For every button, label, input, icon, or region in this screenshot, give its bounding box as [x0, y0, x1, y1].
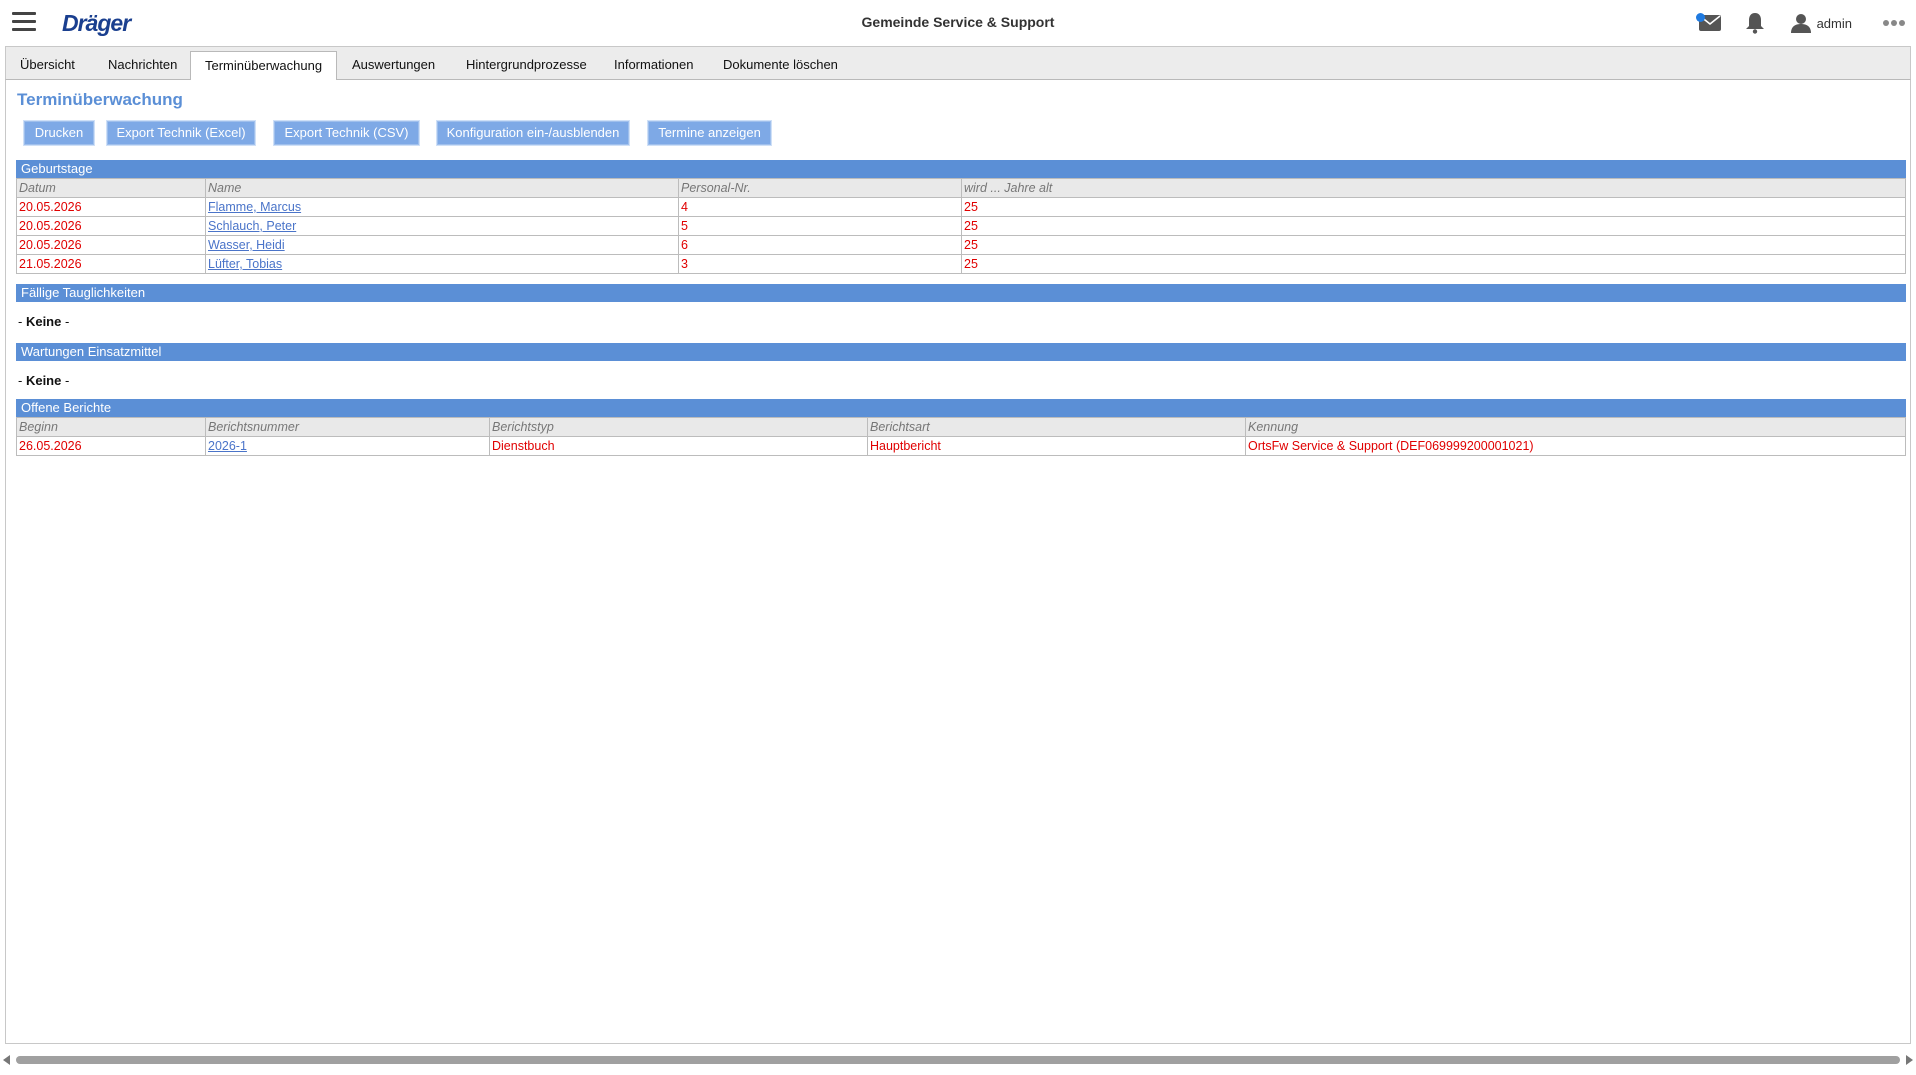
- tab-terminueberwachung[interactable]: Terminüberwachung: [190, 51, 338, 82]
- table-header-row: Beginn Berichtsnummer Berichtstyp Berich…: [16, 417, 1906, 437]
- cell-date: 20.05.2026: [16, 197, 206, 217]
- top-icons: admin: [1695, 8, 1916, 38]
- column-header: Berichtstyp: [489, 417, 868, 437]
- maintenance-section: Wartungen Einsatzmittel - Keine -: [16, 343, 1906, 388]
- top-bar: Dräger Gemeinde Service & Support admin: [0, 0, 1916, 46]
- cell-name: Wasser, Heidi: [205, 235, 679, 255]
- cell-age: 25: [961, 254, 1906, 274]
- cell-identifier: OrtsFw Service & Support (DEF06999920000…: [1245, 436, 1906, 456]
- cell-report-type: Dienstbuch: [489, 436, 868, 456]
- page-title: Terminüberwachung: [17, 90, 183, 109]
- cell-begin: 26.05.2026: [16, 436, 206, 456]
- config-toggle-button[interactable]: Konfiguration ein-/ausblenden: [437, 121, 629, 145]
- table-row: 20.05.2026 Schlauch, Peter 5 25: [16, 216, 1906, 236]
- cell-date: 21.05.2026: [16, 254, 206, 274]
- app-title: Gemeinde Service & Support: [861, 14, 1055, 30]
- cell-personal-nr: 4: [678, 197, 962, 217]
- person-link[interactable]: Flamme, Marcus: [208, 200, 301, 214]
- table-row: 21.05.2026 Lüfter, Tobias 3 25: [16, 254, 1906, 274]
- birthdays-section: Geburtstage Datum Name Personal-Nr. wird…: [16, 160, 1906, 274]
- table-header-row: Datum Name Personal-Nr. wird ... Jahre a…: [16, 178, 1906, 198]
- main-panel: Terminüberwachung Drucken Export Technik…: [5, 80, 1911, 1044]
- bell-icon[interactable]: [1745, 12, 1765, 34]
- column-header: Berichtsart: [867, 417, 1246, 437]
- mail-icon[interactable]: [1695, 13, 1721, 31]
- cell-personal-nr: 3: [678, 254, 962, 274]
- section-header-maintenance: Wartungen Einsatzmittel: [16, 343, 1906, 361]
- reports-section: Offene Berichte Beginn Berichtsnummer Be…: [16, 399, 1906, 456]
- cell-date: 20.05.2026: [16, 235, 206, 255]
- cell-personal-nr: 5: [678, 216, 962, 236]
- cell-age: 25: [961, 216, 1906, 236]
- table-row: 20.05.2026 Flamme, Marcus 4 25: [16, 197, 1906, 217]
- cell-name: Schlauch, Peter: [205, 216, 679, 236]
- show-dates-button[interactable]: Termine anzeigen: [648, 121, 771, 145]
- tab-dokumente-loeschen[interactable]: Dokumente löschen: [709, 51, 852, 81]
- tab-bar: Übersicht Nachrichten Terminüberwachung …: [5, 46, 1911, 82]
- table-row: 20.05.2026 Wasser, Heidi 6 25: [16, 235, 1906, 255]
- table-row: 26.05.2026 2026-1 Dienstbuch Hauptberich…: [16, 436, 1906, 456]
- tab-hintergrundprozesse[interactable]: Hintergrundprozesse: [452, 51, 601, 81]
- horizontal-scrollbar[interactable]: [0, 1053, 1916, 1067]
- person-link[interactable]: Schlauch, Peter: [208, 219, 296, 233]
- fitness-section: Fällige Tauglichkeiten - Keine -: [16, 284, 1906, 329]
- user-icon: [1790, 14, 1811, 33]
- empty-state: - Keine -: [18, 314, 70, 329]
- report-link[interactable]: 2026-1: [208, 439, 247, 453]
- tab-uebersicht[interactable]: Übersicht: [6, 51, 89, 81]
- cell-age: 25: [961, 235, 1906, 255]
- column-header: Name: [205, 178, 679, 198]
- cell-report-number: 2026-1: [205, 436, 490, 456]
- cell-report-kind: Hauptbericht: [867, 436, 1246, 456]
- column-header: Kennung: [1245, 417, 1906, 437]
- scroll-left-icon[interactable]: [3, 1055, 10, 1065]
- column-header: wird ... Jahre alt: [961, 178, 1906, 198]
- cell-age: 25: [961, 197, 1906, 217]
- section-header-birthdays: Geburtstage: [16, 160, 1906, 178]
- scrollbar-thumb[interactable]: [16, 1056, 1900, 1064]
- birthdays-table: Datum Name Personal-Nr. wird ... Jahre a…: [16, 178, 1906, 274]
- export-csv-button[interactable]: Export Technik (CSV): [274, 121, 419, 145]
- section-header-reports: Offene Berichte: [16, 399, 1906, 417]
- column-header: Beginn: [16, 417, 206, 437]
- export-excel-button[interactable]: Export Technik (Excel): [107, 121, 255, 145]
- cell-date: 20.05.2026: [16, 216, 206, 236]
- person-link[interactable]: Wasser, Heidi: [208, 238, 285, 252]
- tab-auswertungen[interactable]: Auswertungen: [338, 51, 449, 81]
- user-menu[interactable]: admin: [1790, 13, 1852, 33]
- tab-informationen[interactable]: Informationen: [600, 51, 708, 81]
- column-header: Personal-Nr.: [678, 178, 962, 198]
- tab-nachrichten[interactable]: Nachrichten: [94, 51, 191, 81]
- scroll-right-icon[interactable]: [1906, 1055, 1913, 1065]
- cell-name: Flamme, Marcus: [205, 197, 679, 217]
- unread-dot: [1695, 13, 1705, 22]
- print-button[interactable]: Drucken: [24, 121, 94, 145]
- column-header: Datum: [16, 178, 206, 198]
- cell-personal-nr: 6: [678, 235, 962, 255]
- section-header-fitness: Fällige Tauglichkeiten: [16, 284, 1906, 302]
- cell-name: Lüfter, Tobias: [205, 254, 679, 274]
- empty-state: - Keine -: [18, 373, 70, 388]
- column-header: Berichtsnummer: [205, 417, 490, 437]
- more-icon[interactable]: [1882, 19, 1906, 27]
- reports-table: Beginn Berichtsnummer Berichtstyp Berich…: [16, 417, 1906, 456]
- person-link[interactable]: Lüfter, Tobias: [208, 257, 282, 271]
- user-name: admin: [1816, 15, 1852, 31]
